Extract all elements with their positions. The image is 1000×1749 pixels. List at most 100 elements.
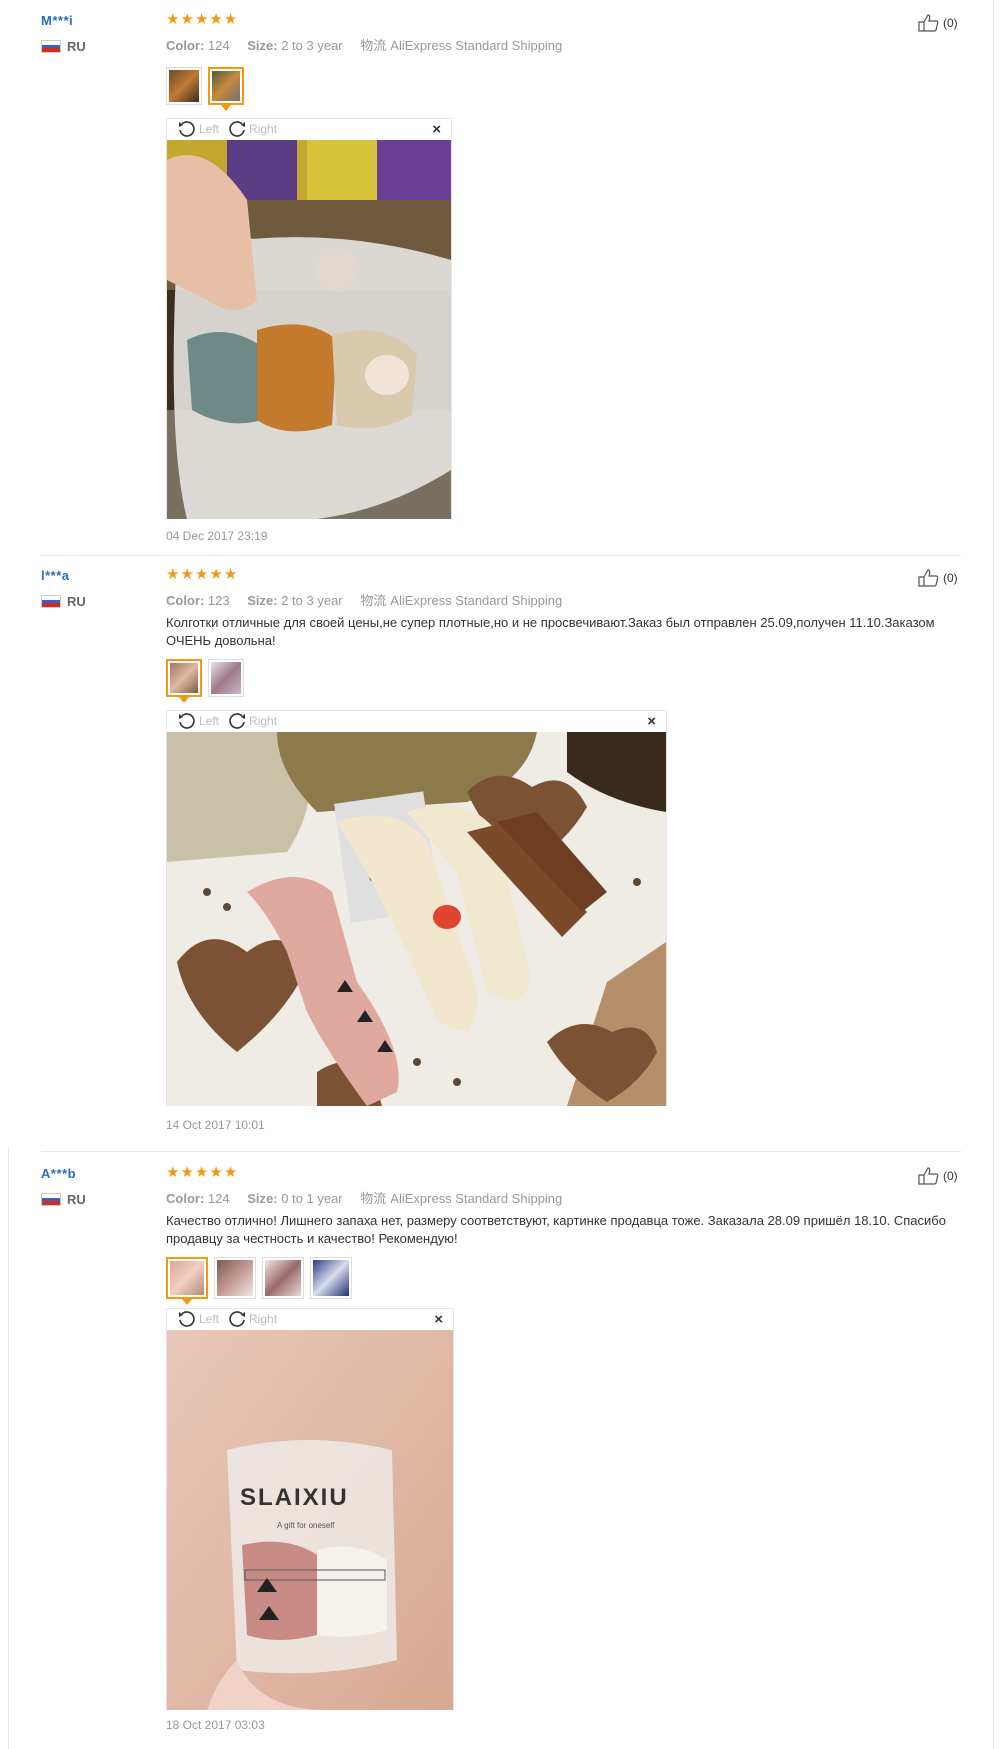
rotate-left-label: Left — [199, 122, 220, 136]
rotate-left-icon — [179, 713, 195, 729]
star-rating: ★ ★ ★ ★ ★ — [166, 1165, 237, 1180]
rotate-left-icon — [179, 121, 195, 137]
review-thumbnail[interactable] — [262, 1257, 304, 1299]
thumbs-up-icon — [918, 14, 939, 32]
rotate-left-label: Left — [199, 1312, 220, 1326]
review-thumbnail[interactable] — [166, 659, 202, 703]
review-thumbnail[interactable] — [166, 1257, 208, 1305]
rotate-right-label: Right — [249, 714, 278, 728]
star-icon: ★ — [194, 566, 209, 583]
star-icon: ★ — [180, 566, 194, 583]
reviewer-name[interactable]: M***i — [41, 13, 73, 28]
star-rating: ★ ★ ★ ★ ★ — [166, 12, 237, 27]
review-thumbnails — [166, 1257, 352, 1305]
helpful-count: (0) — [943, 571, 958, 585]
viewer-toolbar: Left Right × — [167, 119, 451, 139]
review-thumbnail[interactable] — [214, 1257, 256, 1299]
color-label: Color: — [166, 593, 205, 608]
photo-tights-on-blanket: SLAIXIU — [167, 732, 666, 1106]
rotate-right-button[interactable]: Right — [227, 120, 277, 138]
size-value: 0 to 1 year — [281, 1191, 343, 1206]
review-divider — [41, 1151, 961, 1152]
star-icon: ★ — [209, 11, 223, 28]
shipping-icon: 物流 — [360, 593, 387, 608]
size-label: Size: — [247, 38, 278, 53]
thumbs-up-icon — [918, 569, 939, 587]
reviewer-country: RU — [41, 1192, 86, 1207]
shipping-method: AliExpress Standard Shipping — [390, 593, 563, 608]
review-date: 04 Dec 2017 23:19 — [166, 529, 268, 543]
image-viewer: Left Right × — [166, 710, 667, 1106]
review-photo[interactable]: SLAIXIU A gift for oneself — [167, 1330, 453, 1710]
rotate-right-button[interactable]: Right — [227, 1310, 277, 1328]
reviewer-name[interactable]: l***a — [41, 568, 70, 583]
photo-socks-in-bag — [167, 140, 451, 519]
close-viewer-button[interactable]: × — [432, 121, 441, 138]
review-thumbnail[interactable] — [208, 67, 244, 111]
rotate-right-button[interactable]: Right — [227, 712, 277, 730]
country-code: RU — [67, 39, 86, 54]
star-icon: ★ — [180, 11, 194, 28]
country-code: RU — [67, 1192, 86, 1207]
order-info: Color: 124 Size: 2 to 3 year 物流 AliExpres… — [166, 35, 562, 54]
helpful-button[interactable]: (0) — [918, 569, 958, 587]
size-label: Size: — [247, 1191, 278, 1206]
rotate-left-label: Left — [199, 714, 220, 728]
helpful-button[interactable]: (0) — [918, 1167, 958, 1185]
review-photo[interactable]: SLAIXIU — [167, 732, 666, 1106]
color-label: Color: — [166, 1191, 205, 1206]
helpful-button[interactable]: (0) — [918, 14, 958, 32]
review-text: Качество отлично! Лишнего запаха нет, ра… — [166, 1213, 946, 1246]
bag-tagline-text: A gift for oneself — [277, 1521, 335, 1530]
size-value: 2 to 3 year — [281, 593, 343, 608]
rotate-right-icon — [229, 121, 246, 137]
color-value: 124 — [207, 38, 230, 53]
viewer-toolbar: Left Right × — [167, 1309, 453, 1329]
image-viewer: Left Right × SLAIXIU A gift for oneself — [166, 1308, 454, 1710]
reviewer-country: RU — [41, 39, 86, 54]
rotate-left-button[interactable]: Left — [177, 1310, 219, 1328]
review-date: 14 Oct 2017 10:01 — [166, 1118, 265, 1132]
russia-flag-icon — [41, 1193, 61, 1206]
star-icon: ★ — [209, 566, 223, 583]
star-icon: ★ — [223, 11, 238, 28]
review-photo[interactable] — [167, 140, 451, 519]
size-value: 2 to 3 year — [281, 38, 343, 53]
star-icon: ★ — [223, 566, 238, 583]
review-thumbnails — [166, 659, 244, 703]
photo-packaged-tights: SLAIXIU A gift for oneself — [167, 1330, 453, 1710]
review-thumbnail[interactable] — [310, 1257, 352, 1299]
shipping-method: AliExpress Standard Shipping — [390, 1191, 563, 1206]
rotate-right-icon — [229, 713, 246, 729]
helpful-count: (0) — [943, 16, 958, 30]
star-icon: ★ — [166, 1164, 180, 1181]
star-icon: ★ — [166, 11, 180, 28]
rotate-left-button[interactable]: Left — [177, 120, 219, 138]
order-info: Color: 123 Size: 2 to 3 year 物流 AliExpres… — [166, 590, 562, 609]
review-divider — [41, 555, 961, 556]
star-icon: ★ — [194, 11, 209, 28]
country-code: RU — [67, 594, 86, 609]
order-info: Color: 124 Size: 0 to 1 year 物流 AliExpres… — [166, 1188, 562, 1207]
review-text: Колготки отличные для своей цены,не супе… — [166, 615, 935, 648]
helpful-count: (0) — [943, 1169, 958, 1183]
russia-flag-icon — [41, 595, 61, 608]
reviewer-country: RU — [41, 594, 86, 609]
reviewer-name[interactable]: A***b — [41, 1166, 76, 1181]
close-viewer-button[interactable]: × — [434, 1311, 443, 1328]
star-icon: ★ — [166, 566, 180, 583]
size-label: Size: — [247, 593, 278, 608]
close-viewer-button[interactable]: × — [647, 713, 656, 730]
page-left-border — [8, 1148, 9, 1749]
rotate-right-icon — [229, 1311, 246, 1327]
review-thumbnails — [166, 67, 244, 111]
star-icon: ★ — [209, 1164, 223, 1181]
star-icon: ★ — [194, 1164, 209, 1181]
review-thumbnail[interactable] — [166, 67, 202, 105]
review-thumbnail[interactable] — [208, 659, 244, 697]
rotate-left-button[interactable]: Left — [177, 712, 219, 730]
viewer-toolbar: Left Right × — [167, 711, 666, 731]
page-right-border — [993, 0, 994, 1749]
color-label: Color: — [166, 38, 205, 53]
color-value: 124 — [207, 1191, 230, 1206]
